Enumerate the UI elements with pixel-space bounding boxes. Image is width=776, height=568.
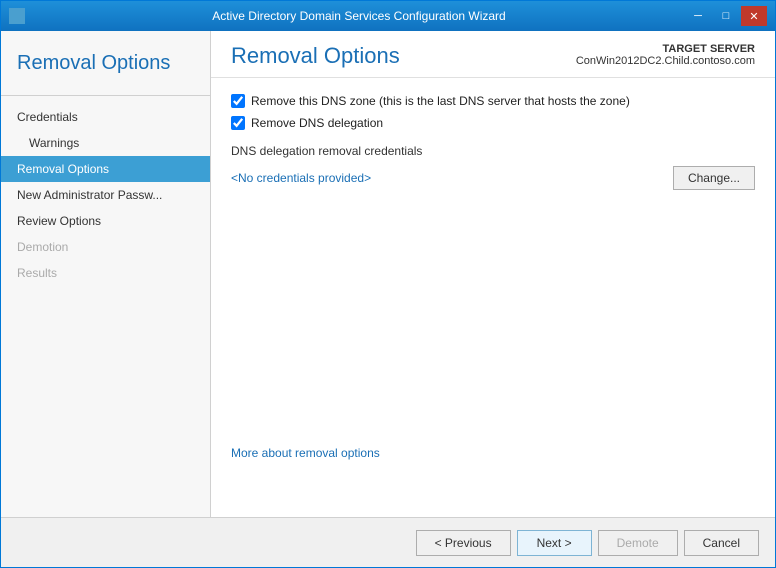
more-about-link[interactable]: More about removal options (231, 446, 380, 460)
checkbox-row-1: Remove this DNS zone (this is the last D… (231, 94, 755, 108)
body-layout: Removal Options Credentials Warnings Rem… (1, 31, 775, 517)
sidebar-item-results: Results (1, 260, 210, 286)
close-button[interactable]: ✕ (741, 6, 767, 26)
checkbox-dns-delegation-label: Remove DNS delegation (251, 116, 383, 130)
content-body: Remove this DNS zone (this is the last D… (211, 78, 775, 517)
cancel-button[interactable]: Cancel (684, 530, 759, 556)
page-title: Removal Options (231, 43, 400, 69)
content-area: Removal Options TARGET SERVER ConWin2012… (211, 31, 775, 517)
sidebar-divider (1, 95, 210, 96)
more-link-container: More about removal options (231, 446, 755, 460)
left-panel: Removal Options Credentials Warnings Rem… (1, 31, 211, 517)
change-button[interactable]: Change... (673, 166, 755, 190)
minimize-button[interactable]: ─ (685, 6, 711, 26)
credentials-text: <No credentials provided> (231, 171, 371, 185)
window-title: Active Directory Domain Services Configu… (33, 9, 685, 23)
section-label-credentials: DNS delegation removal credentials (231, 144, 755, 158)
title-bar: Active Directory Domain Services Configu… (1, 1, 775, 31)
target-server-block: TARGET SERVER ConWin2012DC2.Child.contos… (576, 43, 755, 67)
sidebar-item-removal-options[interactable]: Removal Options (1, 156, 210, 182)
sidebar-item-credentials[interactable]: Credentials (1, 104, 210, 130)
previous-button[interactable]: < Previous (416, 530, 511, 556)
sidebar-item-demotion: Demotion (1, 234, 210, 260)
footer: < Previous Next > Demote Cancel (1, 517, 775, 567)
maximize-button[interactable]: □ (713, 6, 739, 26)
app-icon (9, 8, 25, 24)
checkbox-dns-zone-label: Remove this DNS zone (this is the last D… (251, 94, 630, 108)
checkbox-row-2: Remove DNS delegation (231, 116, 755, 130)
target-server-label: TARGET SERVER (576, 43, 755, 55)
demote-button[interactable]: Demote (598, 530, 678, 556)
sidebar-item-review-options[interactable]: Review Options (1, 208, 210, 234)
target-server-name: ConWin2012DC2.Child.contoso.com (576, 55, 755, 67)
window-controls: ─ □ ✕ (685, 6, 767, 26)
next-button[interactable]: Next > (517, 530, 592, 556)
sidebar-item-new-admin-password[interactable]: New Administrator Passw... (1, 182, 210, 208)
checkbox-dns-delegation[interactable] (231, 116, 245, 130)
content-header: Removal Options TARGET SERVER ConWin2012… (211, 31, 775, 78)
credentials-row: <No credentials provided> Change... (231, 166, 755, 190)
left-header: Removal Options (1, 39, 210, 91)
main-window: Active Directory Domain Services Configu… (0, 0, 776, 568)
sidebar-item-warnings[interactable]: Warnings (1, 130, 210, 156)
left-panel-title: Removal Options (17, 51, 194, 75)
content-spacer (231, 190, 755, 430)
checkbox-dns-zone[interactable] (231, 94, 245, 108)
